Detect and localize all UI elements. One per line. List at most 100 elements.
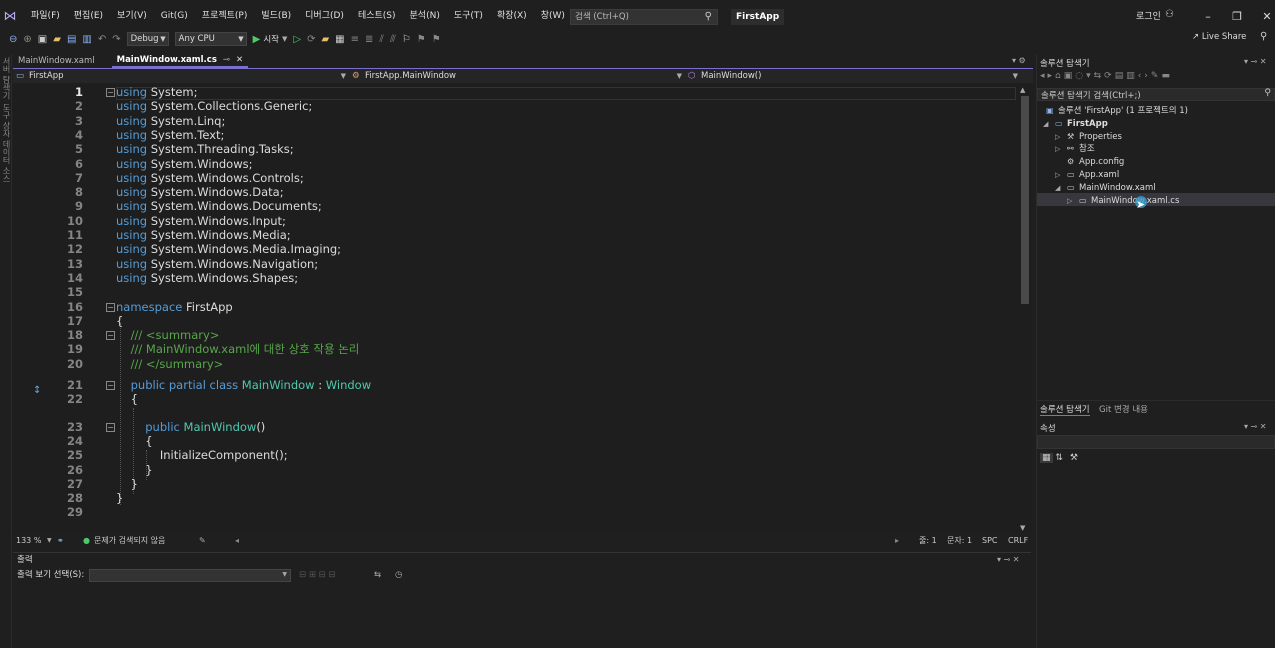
expanded-icon[interactable]: ◢ (1055, 182, 1067, 195)
new-project-icon[interactable]: ▣ (35, 34, 50, 45)
collapsed-icon[interactable]: ▷ (1055, 143, 1067, 156)
word-wrap-icon[interactable]: ⇆ (374, 567, 381, 583)
panel-options-icon[interactable]: ▾ ⊸ ✕ (997, 553, 1020, 567)
collapsed-icon[interactable]: ▷ (1067, 195, 1079, 208)
platform-select[interactable]: Any CPU ▼ (174, 32, 247, 46)
issues-status[interactable]: 문제가 검색되지 않음 (94, 534, 165, 548)
fold-toggle-icon[interactable]: − (106, 422, 115, 432)
uncomment-icon[interactable]: ⫻ (387, 34, 399, 45)
undo-icon[interactable]: ↶ (95, 34, 109, 45)
scroll-right-icon[interactable]: ▸ (895, 534, 899, 548)
scroll-left-icon[interactable]: ◂ (235, 534, 239, 548)
code-line[interactable]: using System.Windows.Media.Imaging; (116, 242, 341, 256)
tab-solution-explorer[interactable]: 솔루션 탐색기 (1040, 403, 1090, 416)
code-line[interactable]: using System; (116, 85, 198, 99)
bookmark-icon[interactable]: ⚐ (399, 34, 414, 45)
minimize-button[interactable]: – (1198, 8, 1218, 26)
menu-project[interactable]: 프로젝트(P) (195, 0, 255, 32)
code-line[interactable]: using System.Windows.Data; (116, 185, 284, 199)
tree-item-app-config[interactable]: ⚙ App.config (1067, 155, 1124, 169)
data-sources-tab[interactable]: 데이터 소스 (1, 140, 12, 183)
expanded-icon[interactable]: ◢ (1043, 118, 1055, 131)
tab-git-changes[interactable]: Git 변경 내용 (1099, 403, 1148, 415)
menu-extensions[interactable]: 확장(X) (490, 0, 534, 32)
tab-mainwindow-xaml-cs[interactable]: MainWindow.xaml.cs ⊸ ✕ (111, 53, 249, 68)
login-button[interactable]: 로그인 (1136, 9, 1161, 25)
attach-icon[interactable]: ⟳ (304, 34, 318, 45)
whitespace-indicator[interactable]: SPC (982, 534, 998, 548)
menu-edit[interactable]: 편집(E) (67, 0, 110, 32)
menu-view[interactable]: 보기(V) (110, 0, 154, 32)
code-line[interactable]: using System.Collections.Generic; (116, 99, 312, 113)
fold-toggle-icon[interactable]: − (106, 302, 115, 312)
tab-options-icon[interactable]: ▾ ⚙ (1012, 56, 1026, 65)
comment-icon[interactable]: ⫽ (376, 34, 386, 45)
forward-icon[interactable]: ⊕ (20, 34, 34, 45)
clock-icon[interactable]: ◷ (395, 567, 402, 583)
line-ending-indicator[interactable]: CRLF (1008, 534, 1028, 548)
code-line[interactable]: using System.Windows.Shapes; (116, 271, 298, 285)
toolbox-tab[interactable]: 도구 상자 (1, 103, 12, 138)
code-line[interactable]: { (116, 392, 138, 406)
menu-window[interactable]: 창(W) (534, 0, 572, 32)
menu-debug[interactable]: 디버그(D) (298, 0, 351, 32)
code-line[interactable]: public MainWindow() (116, 420, 265, 434)
scrollbar-thumb[interactable] (1021, 96, 1029, 304)
scroll-down-icon[interactable]: ▼ (1020, 524, 1025, 532)
member-dropdown[interactable]: ⬡ MainWindow() ▼ (685, 69, 1021, 83)
code-line[interactable]: using System.Windows; (116, 157, 252, 171)
brush-icon[interactable]: ✎ (199, 534, 206, 548)
menu-git[interactable]: Git(G) (154, 0, 195, 32)
menu-analyze[interactable]: 분석(N) (403, 0, 447, 32)
layout-icon[interactable]: ▦ (332, 34, 347, 45)
zoom-level[interactable]: 133 % (16, 534, 41, 548)
categorized-icon[interactable]: ▦ (1040, 453, 1053, 463)
code-line[interactable]: using System.Threading.Tasks; (116, 142, 294, 156)
code-line[interactable]: InitializeComponent(); (116, 448, 288, 462)
tree-item-project[interactable]: ◢ ▭ FirstApp (1043, 117, 1108, 131)
solution-search-input[interactable]: 솔루션 탐색기 검색(Ctrl+;) ⚲ (1037, 88, 1275, 101)
save-icon[interactable]: ▤ (64, 34, 79, 45)
folder-icon[interactable]: ▰ (318, 34, 332, 45)
code-line[interactable]: namespace FirstApp (116, 300, 233, 314)
tree-item-references[interactable]: ▷ ⚯ 참조 (1055, 142, 1095, 156)
open-folder-icon[interactable]: ▰ (50, 34, 64, 45)
align-right-icon[interactable]: ≣ (362, 34, 376, 45)
code-line[interactable]: public partial class MainWindow : Window (116, 378, 371, 392)
search-input[interactable]: 검색 (Ctrl+Q) ⚲ (570, 9, 718, 25)
chevron-down-icon[interactable]: ▼ (279, 35, 290, 43)
code-line[interactable]: } (116, 477, 138, 491)
menu-file[interactable]: 파일(F) (24, 0, 67, 32)
start-button[interactable]: 시작 (263, 33, 279, 45)
code-line[interactable]: using System.Windows.Controls; (116, 171, 304, 185)
sort-alpha-icon[interactable]: ⇅ (1055, 453, 1063, 463)
server-explorer-tab[interactable]: 서버 탐색기 (1, 57, 12, 100)
solution-explorer-toolbar[interactable]: ◂▸⌂▣◌▾⇆⟳▤▥‹›✎▬ (1040, 71, 1173, 81)
line-number[interactable]: 줄: 1 (919, 534, 937, 548)
code-line[interactable]: using System.Windows.Documents; (116, 199, 322, 213)
code-line[interactable]: { (116, 434, 152, 448)
code-line[interactable]: using System.Linq; (116, 114, 225, 128)
code-line[interactable]: { (116, 314, 123, 328)
back-icon[interactable]: ⊖ (6, 34, 20, 45)
code-line[interactable]: } (116, 463, 152, 477)
save-all-icon[interactable]: ▥ (79, 34, 94, 45)
live-share-button[interactable]: ↗ Live Share (1192, 32, 1246, 42)
configuration-select[interactable]: Debug ▼ (126, 32, 169, 46)
account-icon[interactable]: ⚇ (1165, 9, 1174, 20)
pin-icon[interactable]: ⊸ (223, 53, 230, 67)
menu-build[interactable]: 빌드(B) (254, 0, 298, 32)
pane-options-icon[interactable]: ▾ ⊸ ✕ (1244, 422, 1267, 431)
close-tab-icon[interactable]: ✕ (236, 53, 243, 67)
tree-item-app-xaml[interactable]: ▷ ▭ App.xaml (1055, 168, 1119, 182)
tab-mainwindow-xaml[interactable]: MainWindow.xaml (13, 54, 100, 68)
bookmark-prev-icon[interactable]: ⚑ (414, 34, 429, 45)
char-number[interactable]: 문자: 1 (947, 534, 972, 548)
code-line[interactable]: /// </summary> (116, 357, 224, 371)
align-left-icon[interactable]: ≡ (348, 34, 362, 45)
redo-icon[interactable]: ↷ (109, 34, 123, 45)
project-dropdown[interactable]: ▭ FirstApp ▼ (13, 69, 349, 83)
start-icon[interactable]: ▶ (250, 34, 264, 45)
close-button[interactable]: ✕ (1257, 8, 1275, 26)
code-editor[interactable]: ↕ 1− using System; 2 using System.Collectio… (13, 84, 1031, 533)
